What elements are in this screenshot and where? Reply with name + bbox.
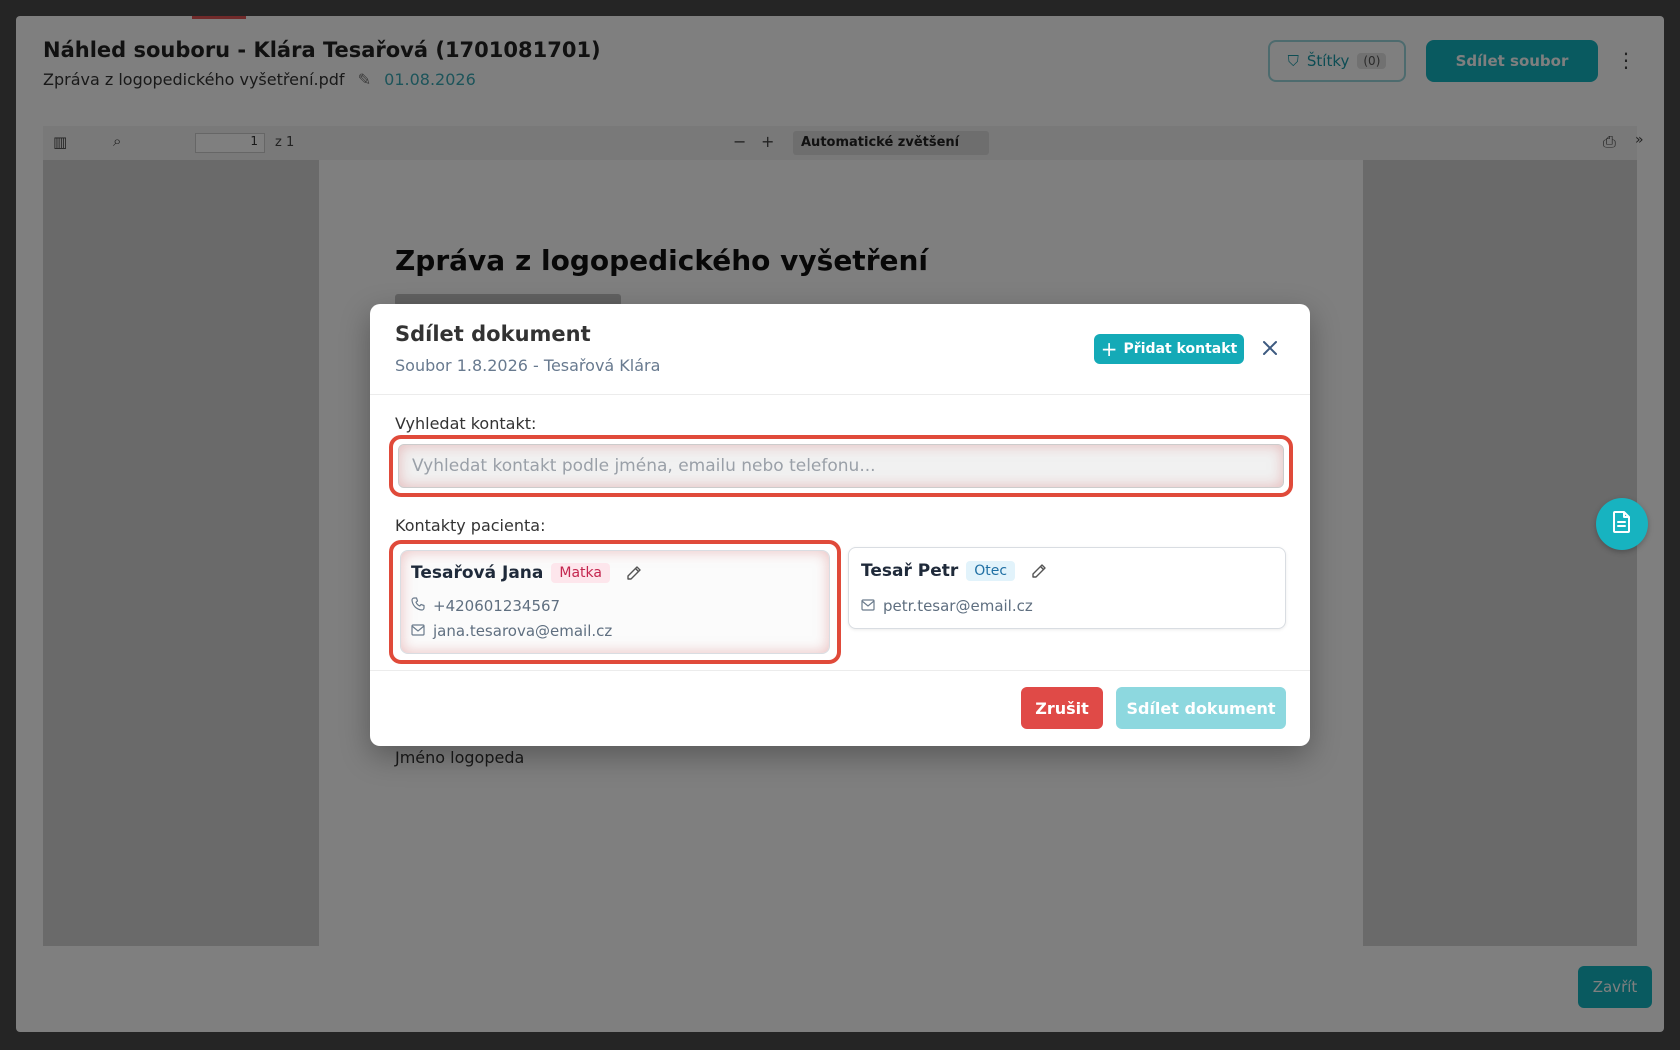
contact-phone-row: +420601234567 bbox=[411, 597, 560, 615]
contact-email: petr.tesar@email.cz bbox=[883, 597, 1033, 615]
add-contact-label: Přidat kontakt bbox=[1123, 341, 1238, 357]
search-label: Vyhledat kontakt: bbox=[395, 414, 537, 433]
cancel-button[interactable]: Zrušit bbox=[1021, 687, 1103, 729]
contact-email-row: petr.tesar@email.cz bbox=[861, 597, 1033, 615]
relation-badge: Otec bbox=[966, 561, 1016, 581]
contact-name: Tesař Petr bbox=[861, 561, 959, 581]
document-icon bbox=[1611, 510, 1633, 538]
share-document-modal: Sdílet dokument Soubor 1.8.2026 - Tesařo… bbox=[370, 304, 1310, 746]
floating-document-button[interactable] bbox=[1596, 498, 1648, 550]
close-icon[interactable] bbox=[1258, 336, 1282, 360]
contact-phone: +420601234567 bbox=[433, 597, 561, 615]
share-document-button[interactable]: Sdílet dokument bbox=[1116, 687, 1286, 729]
contact-email-row: jana.tesarova@email.cz bbox=[411, 622, 612, 640]
contact-name-row: Tesařová Jana Matka bbox=[411, 563, 642, 583]
plus-icon: + bbox=[1100, 337, 1118, 361]
contacts-label: Kontakty pacienta: bbox=[395, 516, 546, 535]
pencil-icon[interactable] bbox=[1031, 563, 1047, 579]
contact-name: Tesařová Jana bbox=[411, 563, 544, 583]
phone-icon bbox=[411, 597, 425, 615]
mail-icon bbox=[411, 622, 425, 640]
pencil-icon[interactable] bbox=[626, 565, 642, 581]
contact-name-row: Tesař Petr Otec bbox=[861, 561, 1047, 581]
mail-icon bbox=[861, 597, 875, 615]
modal-subtitle: Soubor 1.8.2026 - Tesařová Klára bbox=[395, 356, 661, 375]
relation-badge: Matka bbox=[551, 563, 610, 583]
contact-email: jana.tesarova@email.cz bbox=[433, 622, 613, 640]
modal-title: Sdílet dokument bbox=[395, 322, 591, 346]
modal-header: Sdílet dokument Soubor 1.8.2026 - Tesařo… bbox=[370, 304, 1310, 395]
add-contact-button[interactable]: + Přidat kontakt bbox=[1094, 334, 1244, 364]
contact-card-tesarova-jana[interactable]: Tesařová Jana Matka +420601234567 jana.t… bbox=[400, 550, 830, 654]
contact-card-tesar-petr[interactable]: Tesař Petr Otec petr.tesar@email.cz bbox=[848, 547, 1286, 629]
contact-search-input[interactable] bbox=[398, 444, 1284, 488]
